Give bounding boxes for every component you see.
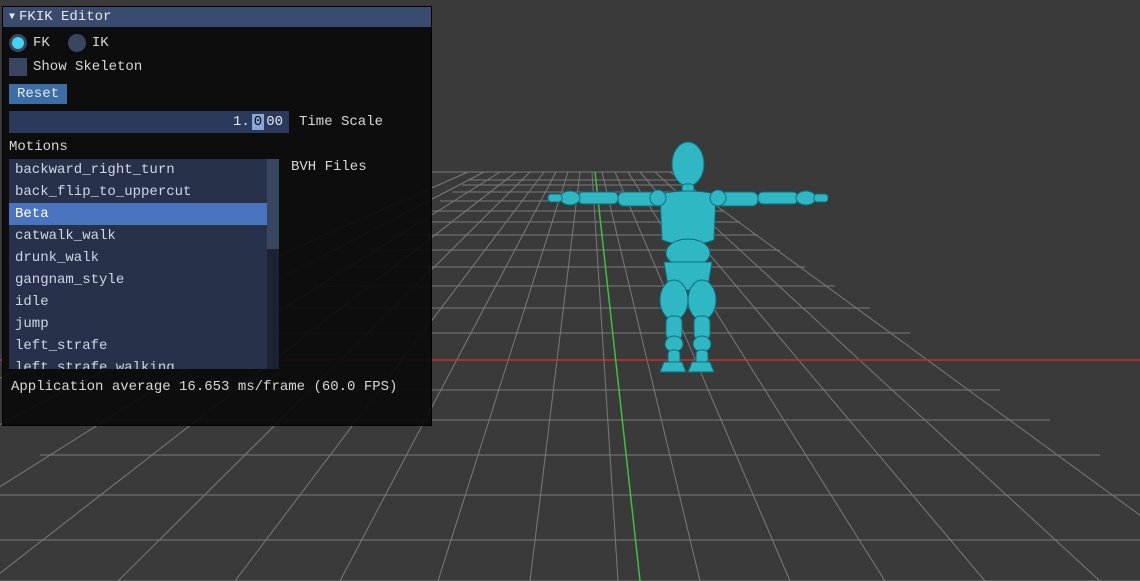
list-item[interactable]: drunk_walk: [9, 247, 279, 269]
ik-radio[interactable]: [68, 34, 86, 52]
list-item[interactable]: idle: [9, 291, 279, 313]
show-skeleton-checkbox[interactable]: [9, 58, 27, 76]
list-item[interactable]: gangnam_style: [9, 269, 279, 291]
bvh-files-label: BVH Files: [287, 159, 367, 369]
time-scale-label: Time Scale: [299, 114, 383, 130]
time-scale-highlight: 0: [252, 114, 264, 130]
show-skeleton-label: Show Skeleton: [33, 59, 142, 75]
time-scale-prefix: 1.: [233, 114, 250, 130]
time-scale-input[interactable]: 1.000: [9, 111, 289, 133]
motions-scrollbar-thumb[interactable]: [267, 159, 279, 249]
collapse-icon: ▼: [9, 12, 15, 23]
motions-label: Motions: [9, 135, 425, 157]
fk-radio[interactable]: [9, 34, 27, 52]
list-item[interactable]: backward_right_turn: [9, 159, 279, 181]
list-item[interactable]: left_strafe_walking: [9, 357, 279, 369]
list-item[interactable]: jump: [9, 313, 279, 335]
motions-scrollbar[interactable]: [267, 159, 279, 369]
list-item[interactable]: catwalk_walk: [9, 225, 279, 247]
panel-titlebar[interactable]: ▼ FKIK Editor: [3, 7, 431, 27]
panel-title: FKIK Editor: [19, 9, 111, 25]
fkik-editor-panel: ▼ FKIK Editor FK IK Show Skeleton Reset …: [2, 6, 432, 426]
status-text: Application average 16.653 ms/frame (60.…: [9, 369, 425, 415]
fk-radio-label: FK: [33, 35, 50, 51]
ik-radio-label: IK: [92, 35, 109, 51]
time-scale-suffix: 00: [266, 114, 283, 130]
reset-button[interactable]: Reset: [9, 84, 67, 104]
list-item[interactable]: back_flip_to_uppercut: [9, 181, 279, 203]
motions-listbox[interactable]: backward_right_turnback_flip_to_uppercut…: [9, 159, 279, 369]
list-item[interactable]: Beta: [9, 203, 279, 225]
list-item[interactable]: left_strafe: [9, 335, 279, 357]
